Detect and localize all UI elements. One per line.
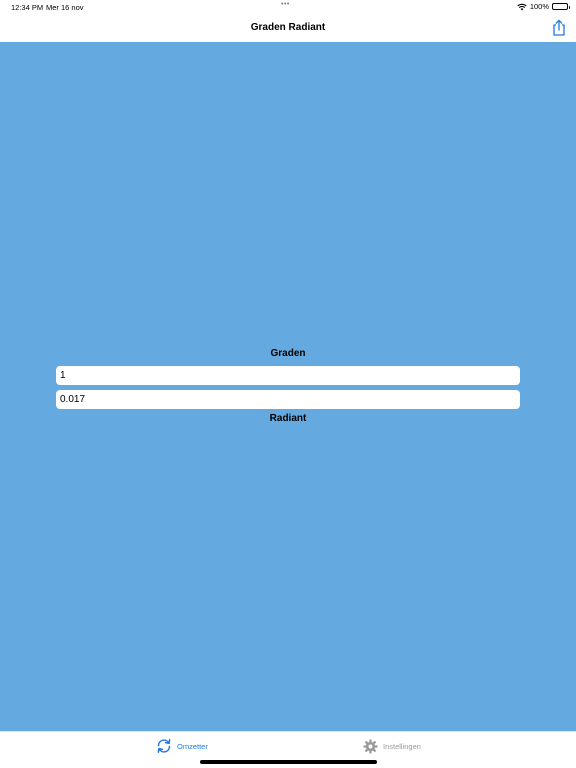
multitask-dots[interactable]: ••• (281, 1, 290, 8)
gear-icon (363, 738, 378, 754)
wifi-icon (517, 3, 527, 11)
sync-icon (157, 739, 171, 753)
status-time: 12:34 PM (11, 3, 44, 12)
tab-bar: Omzetter Instellingen (0, 731, 576, 768)
radians-input[interactable] (56, 390, 520, 409)
degrees-label: Graden (270, 348, 306, 359)
status-bar: 12:34 PM Mer 16 nov ••• 100% (0, 0, 576, 14)
page-title: Graden Radiant (250, 22, 326, 33)
tab-omzetter[interactable]: Omzetter (156, 738, 208, 754)
degrees-input[interactable] (56, 366, 520, 385)
navigation-bar: Graden Radiant (0, 14, 576, 42)
tab-instellingen-label: Instellingen (383, 741, 421, 751)
share-button[interactable] (551, 19, 567, 37)
converter-area: Graden Radiant (0, 42, 576, 731)
status-date: Mer 16 nov (46, 3, 84, 12)
tab-instellingen[interactable]: Instellingen (363, 738, 421, 754)
battery-icon (552, 3, 570, 10)
share-icon (553, 19, 565, 36)
status-right: 100% (517, 2, 570, 11)
radians-label: Radiant (269, 413, 307, 424)
tab-omzetter-label: Omzetter (177, 741, 208, 751)
battery-percent: 100% (529, 2, 549, 11)
home-indicator (200, 760, 377, 764)
